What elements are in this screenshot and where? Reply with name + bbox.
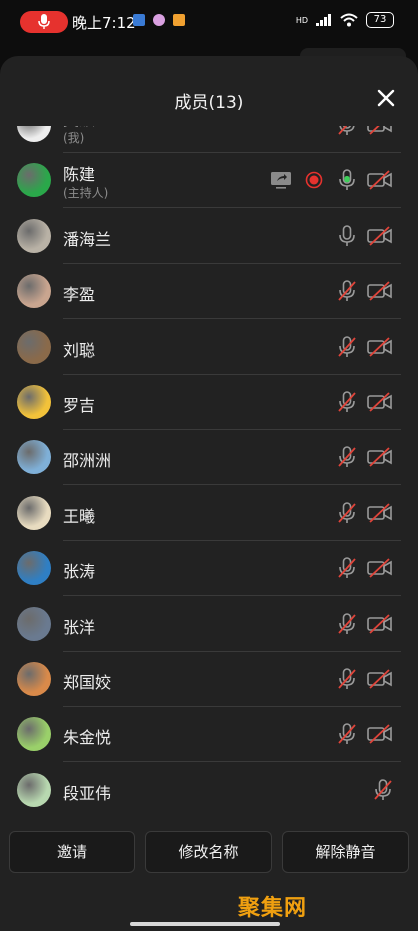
camera-off-icon[interactable] [367,224,393,248]
avatar [17,274,51,309]
avatar [17,385,51,419]
camera-off-icon[interactable] [367,612,393,636]
member-row[interactable]: 朱金悦 [0,707,418,763]
member-list[interactable]: 吴欣(我)陈建(主持人)潘海兰李盈刘聪罗吉邵洲洲王曦张涛张洋郑国姣朱金悦段亚伟 [0,126,418,816]
microphone-icon [38,14,50,29]
microphone-muted-icon[interactable] [335,667,359,691]
member-row[interactable]: 张洋 [0,597,418,652]
member-row[interactable]: 李盈 [0,264,418,320]
member-row[interactable]: 郑国姣 [0,652,418,707]
avatar [17,440,51,475]
avatar [17,662,51,696]
recording-mic-pill[interactable] [20,11,68,33]
clock: 晚上7:12 [72,14,136,32]
microphone-muted-icon[interactable] [335,445,359,469]
member-name: 郑国姣 [63,673,112,692]
panel-title: 成员(13) [174,93,244,113]
member-name: 罗吉 [63,396,96,415]
member-row[interactable]: 陈建 (主持人) [0,153,418,209]
unmute-all-button[interactable]: 解除静音 [282,831,409,873]
camera-off-icon[interactable] [367,556,393,580]
signal-icon [316,14,331,26]
avatar [17,163,51,198]
notification-icons [133,14,185,26]
microphone-muted-icon[interactable] [335,335,359,359]
camera-off-icon[interactable] [367,390,393,414]
member-row[interactable]: 吴欣(我) [0,126,418,153]
microphone-muted-icon[interactable] [371,778,395,802]
microphone-muted-icon[interactable] [335,722,359,746]
member-row[interactable]: 刘聪 [0,320,418,375]
app-notification-icon [153,14,165,26]
wifi-icon [340,13,358,27]
avatar [17,495,51,530]
avatar [17,551,51,586]
rename-button[interactable]: 修改名称 [145,831,272,873]
message-notification-icon [173,14,185,26]
member-name: 陈建 [63,165,96,185]
battery-indicator: 73 [366,12,394,28]
recording-icon [305,172,323,189]
member-name: 潘海兰 [63,229,112,249]
status-bar: 晚上7:12 HD 73 [0,0,418,44]
microphone-icon[interactable] [335,168,359,192]
watermark-logo: 聚集网 [238,896,308,921]
camera-off-icon[interactable] [367,667,393,691]
home-indicator[interactable] [130,922,280,926]
avatar [17,329,51,364]
camera-off-icon[interactable] [367,126,393,137]
close-icon[interactable] [374,86,398,110]
camera-off-icon[interactable] [367,279,393,303]
microphone-muted-icon[interactable] [335,390,359,414]
member-row[interactable]: 张涛 [0,541,418,597]
member-role: (我) [63,131,85,145]
member-name: 段亚伟 [63,783,112,803]
camera-off-icon[interactable] [367,501,393,525]
member-name: 刘聪 [63,340,96,360]
member-row[interactable]: 罗吉 [0,375,418,430]
member-name: 张洋 [63,617,96,637]
avatar [17,126,51,142]
camera-off-icon[interactable] [367,168,393,192]
member-row[interactable]: 王曦 [0,486,418,541]
microphone-muted-icon[interactable] [335,501,359,525]
network-type: HD [295,15,308,25]
camera-off-icon[interactable] [367,722,393,746]
microphone-muted-icon[interactable] [335,612,359,636]
avatar [17,218,51,253]
camera-off-icon[interactable] [367,445,393,469]
member-name: 朱金悦 [63,728,112,748]
invite-button[interactable]: 邀请 [9,831,135,873]
members-sheet: 成员(13) 吴欣(我)陈建(主持人)潘海兰李盈刘聪罗吉邵洲洲王曦张涛张洋郑国姣… [0,56,418,931]
member-name: 邵洲洲 [63,451,112,471]
microphone-muted-icon[interactable] [335,556,359,580]
microphone-muted-icon[interactable] [335,126,359,137]
microphone-icon[interactable] [335,224,359,248]
avatar [17,772,51,807]
screen-share-icon [271,172,291,189]
member-name: 张涛 [63,562,96,582]
microphone-muted-icon[interactable] [335,279,359,303]
member-name: 王曦 [63,506,96,526]
app-notification-icon [133,14,145,26]
member-role: (主持人) [63,186,109,201]
member-name: 李盈 [63,285,96,305]
member-row[interactable]: 邵洲洲 [0,430,418,486]
member-row[interactable]: 段亚伟 [0,763,418,816]
camera-off-icon[interactable] [367,335,393,359]
avatar [17,606,51,641]
avatar [17,717,51,752]
member-row[interactable]: 潘海兰 [0,209,418,264]
status-right: HD 73 [296,12,394,28]
